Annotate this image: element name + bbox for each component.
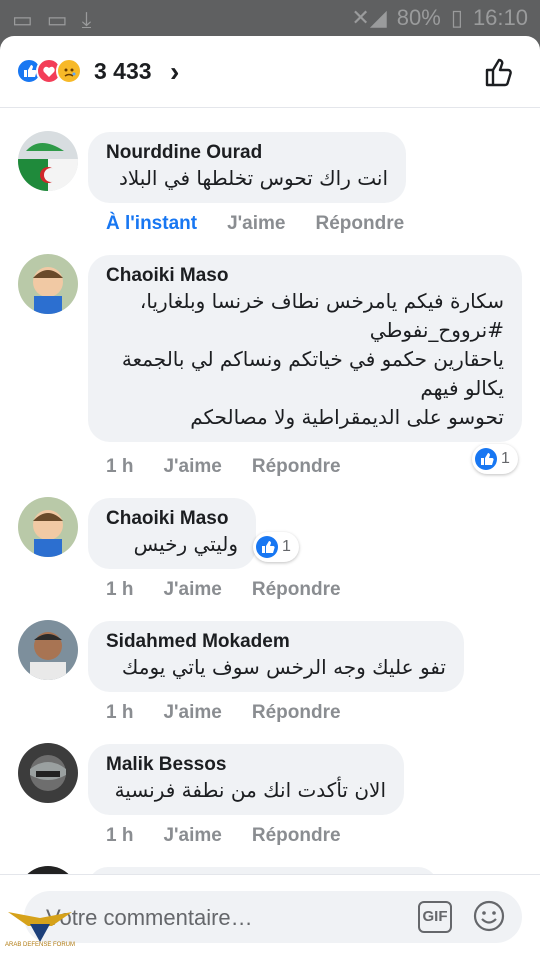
like-button[interactable]: J'aime bbox=[163, 579, 221, 601]
comment-text: الان تأكدت انك من نطفة فرنسية bbox=[114, 778, 386, 802]
reaction-count: 1 bbox=[501, 450, 510, 467]
avatar[interactable] bbox=[18, 131, 78, 191]
comment-actions: 1 h J'aime Répondre bbox=[106, 825, 371, 847]
like-button[interactable]: J'aime bbox=[163, 825, 221, 847]
like-button[interactable]: J'aime bbox=[163, 456, 221, 478]
status-bar: ▭ ▭ ⤓ ✕◢ 80% ▯ 16:10 bbox=[0, 0, 540, 36]
commenter-name[interactable]: Nourddine Ourad bbox=[106, 142, 388, 164]
reply-button[interactable]: Répondre bbox=[252, 456, 341, 478]
comment-input[interactable]: Votre commentaire… GIF bbox=[24, 891, 522, 943]
comment-bubble[interactable]: Malik Bessos الان تأكدت انك من نطفة فرنس… bbox=[88, 744, 404, 815]
message-icon: ▭ bbox=[12, 7, 33, 32]
comment-composer: Votre commentaire… GIF bbox=[0, 874, 540, 960]
comment-timestamp[interactable]: 1 h bbox=[106, 456, 133, 478]
reaction-badge[interactable]: 1 bbox=[472, 444, 518, 474]
battery-icon: ▯ bbox=[450, 5, 463, 30]
watermark-text: ARAB DEFENSE FORUM bbox=[4, 942, 75, 948]
reaction-summary[interactable] bbox=[16, 58, 84, 84]
commenter-name[interactable]: Malik Bessos bbox=[106, 754, 386, 776]
watermark-logo: ARAB DEFENSE FORUM bbox=[4, 906, 76, 958]
reply-button[interactable]: Répondre bbox=[315, 213, 404, 235]
battery-level: 80% bbox=[396, 5, 441, 30]
avatar[interactable] bbox=[18, 620, 78, 680]
commenter-name[interactable]: Sidahmed Mokadem bbox=[106, 631, 446, 653]
commenter-name[interactable]: Chaoiki Maso bbox=[106, 508, 238, 530]
reply-button[interactable]: Répondre bbox=[252, 579, 341, 601]
reactions-header: 3 433 › bbox=[0, 36, 540, 108]
comment-actions: 1 h J'aime Répondre bbox=[106, 456, 371, 478]
reaction-badge[interactable]: 1 bbox=[253, 532, 299, 562]
chat-icon: ▭ bbox=[46, 7, 68, 32]
chevron-right-icon[interactable]: › bbox=[170, 56, 179, 88]
comment-timestamp[interactable]: 1 h bbox=[106, 579, 133, 601]
comment-text: تفو عليك وجه الرخس سوف ياتي يومك bbox=[121, 655, 446, 679]
comment-input-placeholder: Votre commentaire… bbox=[46, 905, 253, 930]
comment-actions: 1 h J'aime Répondre bbox=[106, 579, 371, 601]
avatar[interactable] bbox=[18, 743, 78, 803]
emoji-icon[interactable] bbox=[472, 899, 506, 933]
comment-timestamp[interactable]: À l'instant bbox=[106, 213, 197, 235]
reply-button[interactable]: Répondre bbox=[252, 825, 341, 847]
comment-text: وليتي رخيس bbox=[133, 532, 238, 556]
avatar[interactable] bbox=[18, 254, 78, 314]
gif-button[interactable]: GIF bbox=[418, 901, 452, 933]
comment-timestamp[interactable]: 1 h bbox=[106, 702, 133, 724]
like-icon bbox=[475, 448, 497, 470]
download-icon: ⤓ bbox=[81, 7, 92, 32]
reply-button[interactable]: Répondre bbox=[252, 702, 341, 724]
comment-timestamp[interactable]: 1 h bbox=[106, 825, 133, 847]
like-icon bbox=[256, 536, 278, 558]
reaction-count[interactable]: 3 433 bbox=[94, 58, 152, 85]
commenter-name[interactable]: Chaoiki Maso bbox=[106, 265, 504, 287]
avatar[interactable] bbox=[18, 497, 78, 557]
comment-bubble[interactable]: Sidahmed Mokadem تفو عليك وجه الرخس سوف … bbox=[88, 621, 464, 692]
like-button[interactable]: J'aime bbox=[227, 213, 285, 235]
like-button[interactable]: J'aime bbox=[163, 702, 221, 724]
reaction-count: 1 bbox=[282, 538, 291, 555]
signal-icon: ✕◢ bbox=[351, 5, 387, 30]
comment-bubble[interactable]: Chaoiki Maso وليتي رخيس bbox=[88, 498, 256, 569]
comment-bubble[interactable]: Nourddine Ourad انت راك تحوس تخلطها في ا… bbox=[88, 132, 406, 203]
clock: 16:10 bbox=[472, 5, 528, 30]
comment-text: سكارة فيكم يامرخس نطاف خرنسا وبلغاريا، #… bbox=[121, 289, 504, 429]
comment-bubble[interactable]: Chaoiki Maso سكارة فيكم يامرخس نطاف خرنس… bbox=[88, 255, 522, 442]
sad-icon bbox=[56, 58, 82, 84]
comment-actions: 1 h J'aime Répondre bbox=[106, 702, 371, 724]
comment-actions: À l'instant J'aime Répondre bbox=[106, 213, 434, 235]
comments-sheet: 3 433 › Nourddine Ourad انت راك تحوس تخل… bbox=[0, 36, 540, 960]
comment-text: انت راك تحوس تخلطها في البلاد bbox=[118, 166, 388, 190]
thumbs-up-icon[interactable] bbox=[482, 54, 518, 90]
